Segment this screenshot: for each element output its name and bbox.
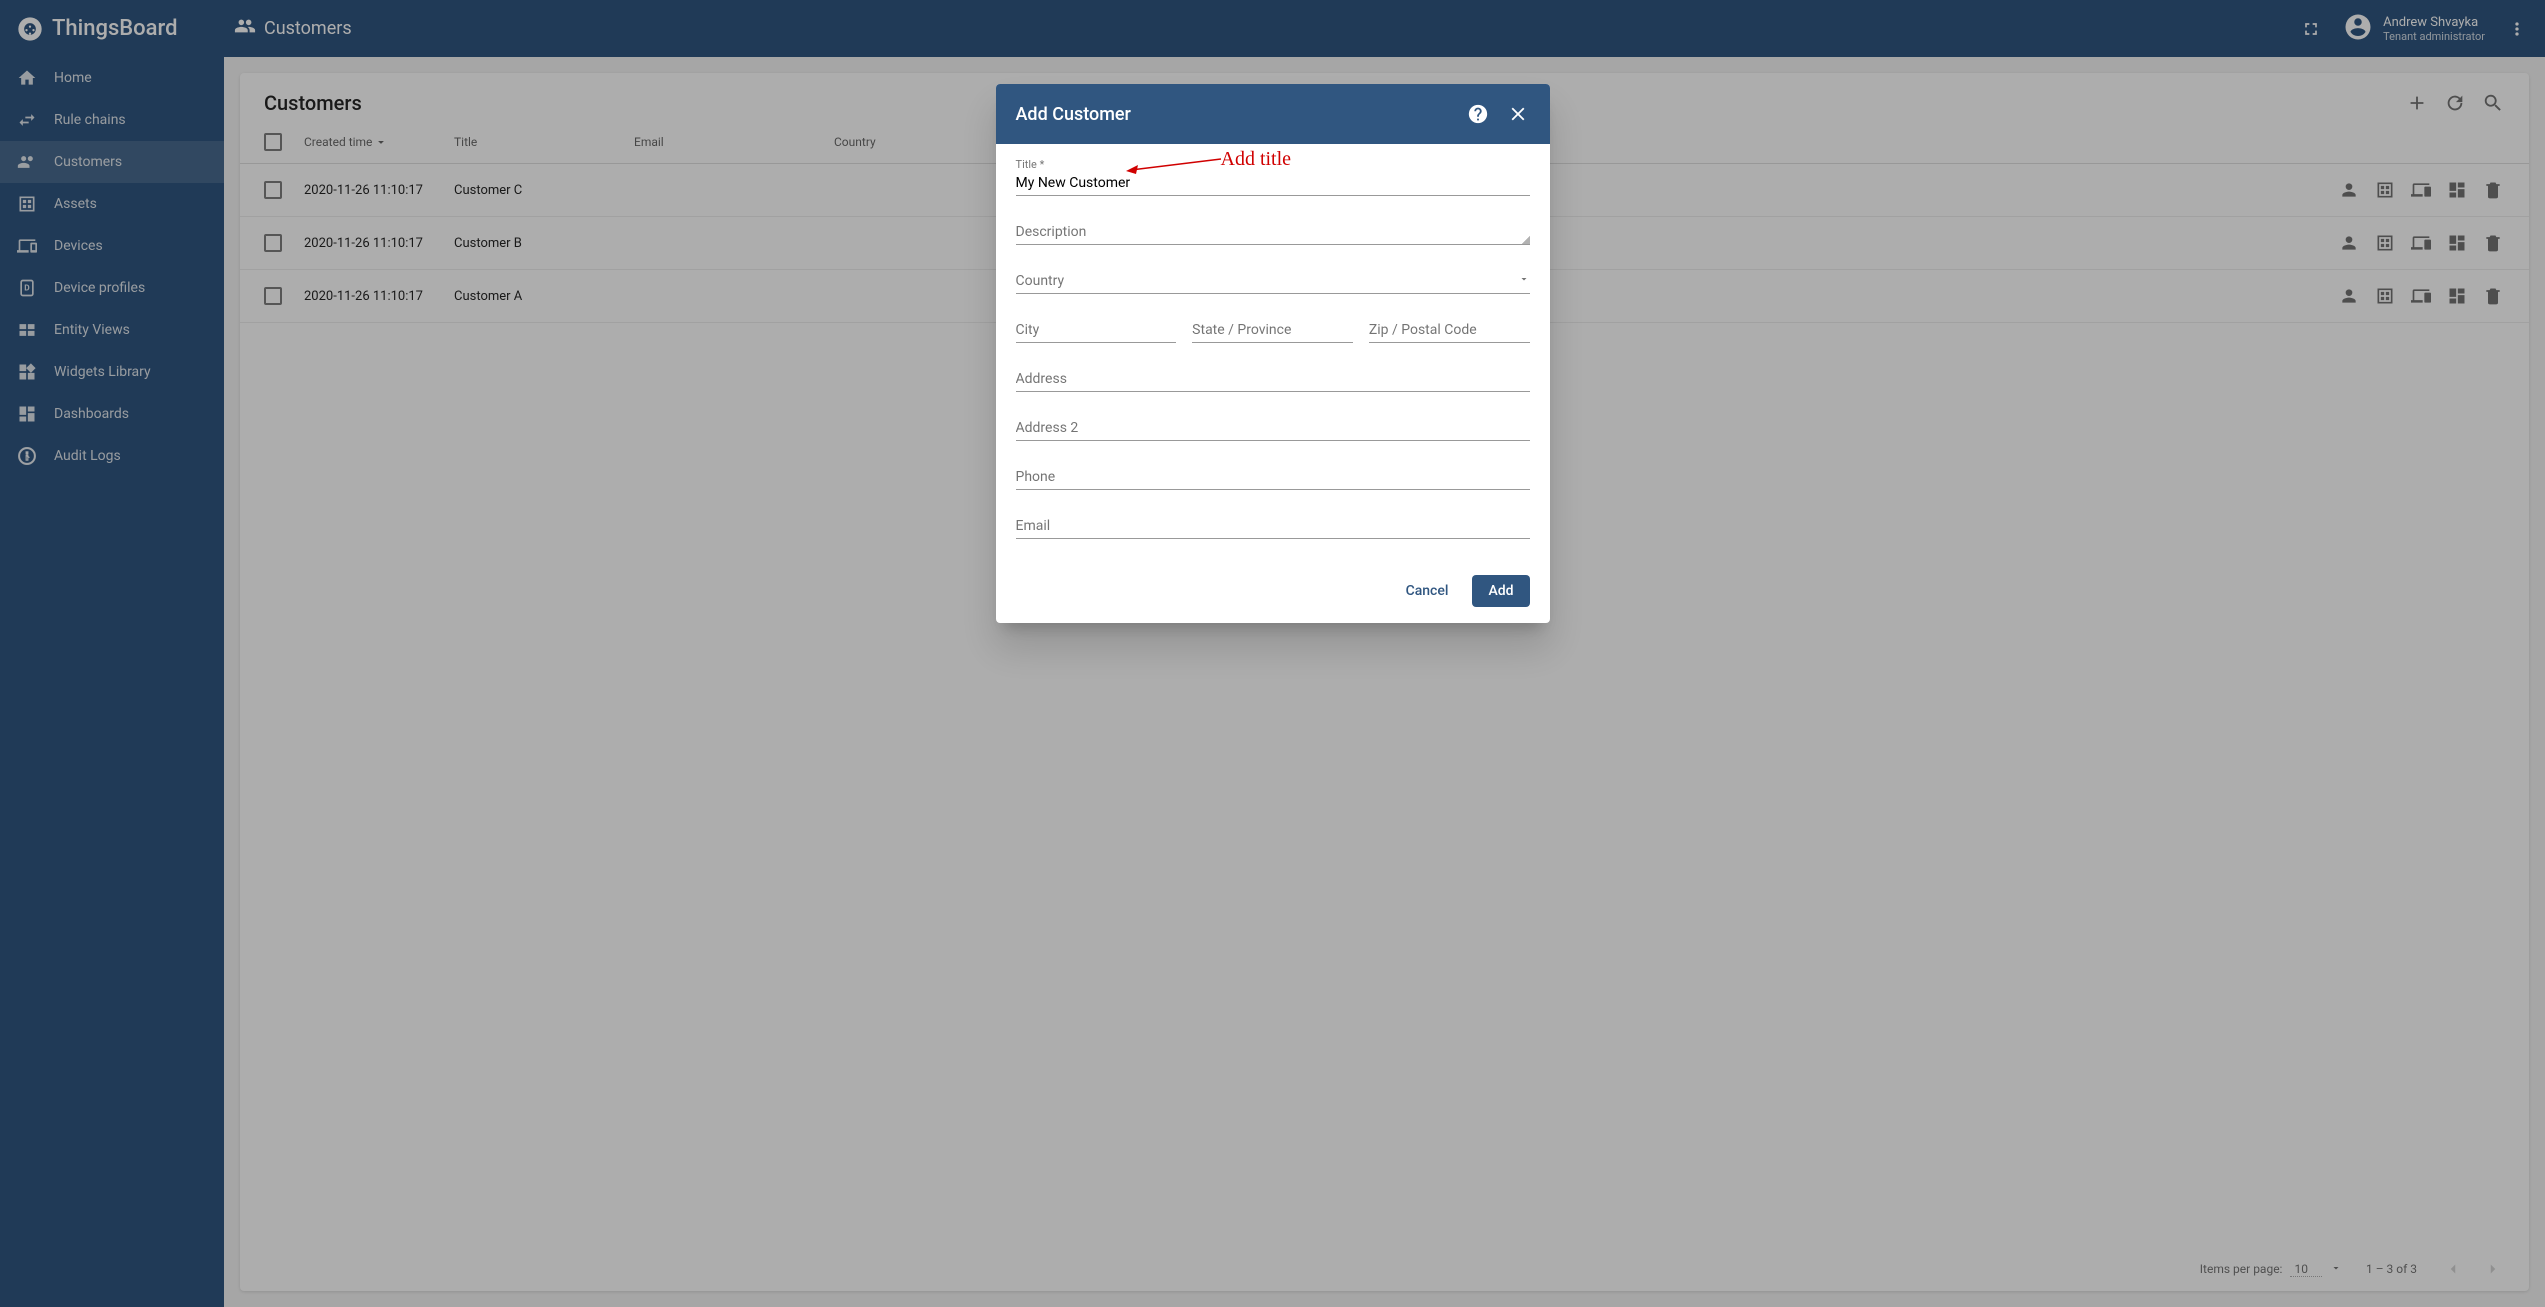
title-label: Title *	[1016, 158, 1045, 171]
annotation-add-title: Add title	[1221, 148, 1292, 171]
cancel-button[interactable]: Cancel	[1390, 575, 1465, 607]
phone-input[interactable]	[1016, 463, 1530, 490]
add-customer-modal: Add Customer Title * Description Country	[996, 84, 1550, 623]
description-input[interactable]: Description	[1016, 218, 1530, 245]
email-input[interactable]	[1016, 512, 1530, 539]
add-button[interactable]: Add	[1472, 575, 1529, 607]
close-icon[interactable]	[1506, 102, 1530, 126]
help-icon[interactable]	[1466, 102, 1490, 126]
modal-overlay[interactable]: Add Customer Title * Description Country	[0, 0, 2545, 1307]
address-input[interactable]	[1016, 365, 1530, 392]
zip-input[interactable]	[1369, 316, 1530, 343]
country-select[interactable]: Country	[1016, 267, 1530, 294]
title-input[interactable]	[1016, 173, 1530, 196]
city-input[interactable]	[1016, 316, 1177, 343]
state-input[interactable]	[1192, 316, 1353, 343]
chevron-down-icon	[1518, 273, 1530, 289]
modal-title: Add Customer	[1016, 104, 1131, 125]
address2-input[interactable]	[1016, 414, 1530, 441]
